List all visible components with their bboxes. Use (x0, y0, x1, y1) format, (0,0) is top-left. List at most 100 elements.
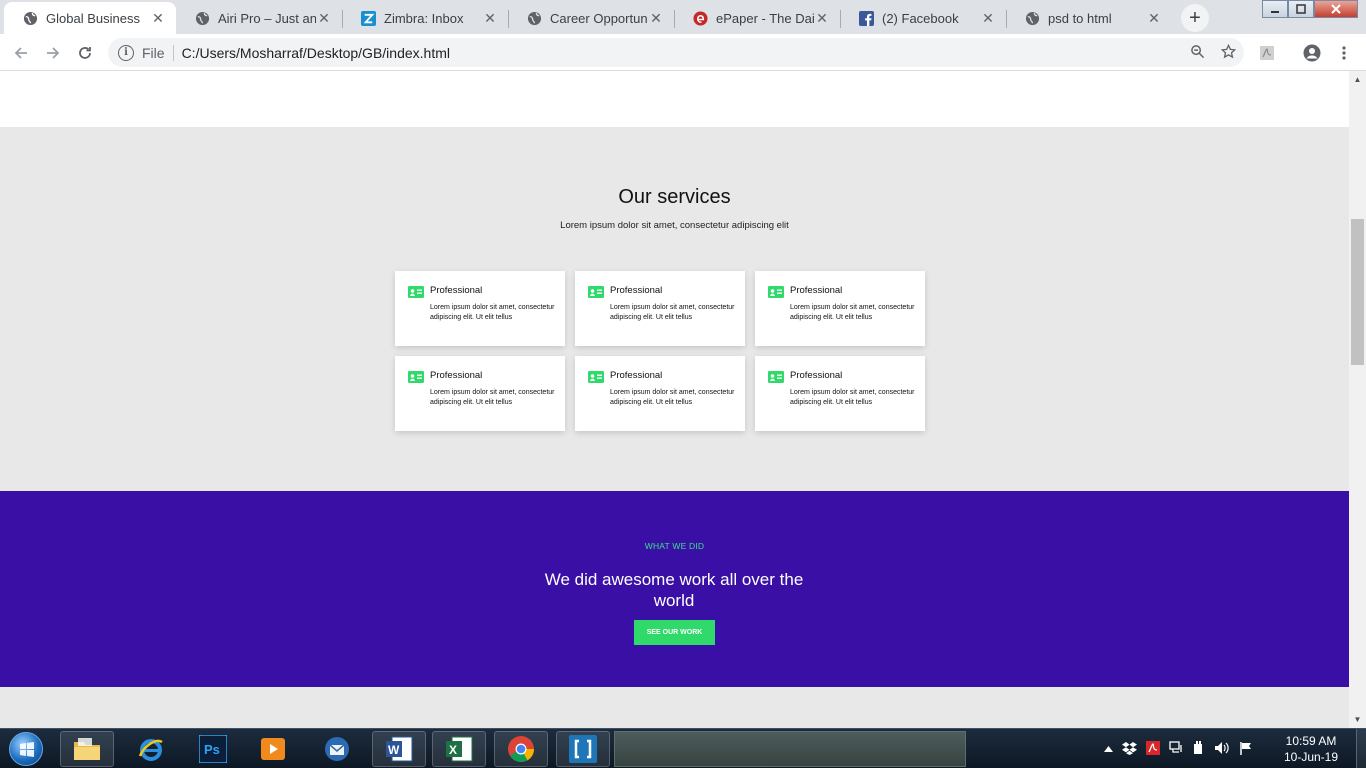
taskbar-window-preview[interactable] (614, 731, 966, 767)
service-card: Professional Lorem ipsum dolor sit amet,… (575, 271, 745, 346)
tab-title: Career Opportunity (550, 10, 648, 26)
windows-taskbar: Ps W X 10:59 AM 10-Jun-19 (0, 728, 1366, 768)
scroll-thumb[interactable] (1351, 219, 1364, 365)
adobe-tray-icon[interactable] (1146, 740, 1160, 758)
id-card-icon (408, 285, 424, 303)
windows-logo-icon (9, 732, 43, 766)
scroll-up-arrow-icon[interactable]: ▲ (1349, 71, 1366, 88)
photoshop-label: Ps (204, 742, 220, 757)
card-title: Professional (610, 370, 663, 381)
card-title: Professional (790, 370, 843, 381)
facebook-icon (858, 10, 874, 26)
tray-expand-icon[interactable] (1104, 743, 1113, 755)
profile-avatar-icon[interactable] (1299, 40, 1325, 66)
tab-close-icon[interactable]: ✕ (482, 10, 498, 26)
info-icon[interactable]: i (118, 44, 134, 61)
tab-close-icon[interactable]: ✕ (980, 10, 996, 26)
window-close-icon[interactable] (1314, 0, 1358, 18)
see-our-work-button[interactable]: SEE OUR WORK (634, 620, 715, 645)
tab-close-icon[interactable]: ✕ (1146, 10, 1162, 26)
tab-psd-to-html[interactable]: psd to html ✕ (1006, 2, 1172, 34)
page-viewport: Our services Lorem ipsum dolor sit amet,… (0, 71, 1349, 728)
browser-toolbar: i File C:/Users/Mosharraf/Desktop/GB/ind… (0, 34, 1366, 71)
dropbox-icon[interactable] (1122, 741, 1137, 758)
chrome-icon[interactable] (494, 731, 548, 767)
zoom-icon[interactable] (1190, 44, 1205, 63)
device-icon[interactable] (1193, 740, 1205, 758)
thunderbird-icon[interactable] (310, 731, 364, 767)
scroll-down-arrow-icon[interactable]: ▼ (1349, 711, 1366, 728)
card-text: Lorem ipsum dolor sit amet, consectetur … (790, 389, 915, 406)
new-tab-button[interactable]: + (1181, 4, 1209, 32)
card-title: Professional (790, 285, 843, 296)
tab-epaper[interactable]: ePaper - The Daily ✕ (674, 2, 840, 34)
tab-close-icon[interactable]: ✕ (814, 10, 830, 26)
url-text[interactable]: C:/Users/Mosharraf/Desktop/GB/index.html (182, 45, 450, 61)
card-text: Lorem ipsum dolor sit amet, consectetur … (610, 304, 735, 321)
tab-title: Airi Pro – Just anoth (218, 10, 316, 26)
clock-date: 10-Jun-19 (1283, 750, 1339, 764)
system-tray (1104, 729, 1253, 768)
service-card: Professional Lorem ipsum dolor sit amet,… (755, 271, 925, 346)
section-heading: We did awesome work all over the world (544, 570, 804, 610)
card-title: Professional (610, 285, 663, 296)
action-center-flag-icon[interactable] (1239, 741, 1253, 758)
id-card-icon (588, 370, 604, 388)
tab-title: (2) Facebook (882, 10, 959, 26)
omnibox-divider (172, 44, 174, 61)
card-text: Lorem ipsum dolor sit amet, consectetur … (430, 304, 555, 321)
tab-facebook[interactable]: (2) Facebook ✕ (840, 2, 1006, 34)
tab-title: psd to html (1048, 10, 1112, 26)
tab-close-icon[interactable]: ✕ (648, 10, 664, 26)
brackets-icon[interactable] (556, 731, 610, 767)
id-card-icon (768, 370, 784, 388)
globe-icon (1024, 10, 1040, 26)
globe-icon (22, 10, 38, 26)
zimbra-icon (360, 10, 376, 26)
service-card: Professional Lorem ipsum dolor sit amet,… (755, 356, 925, 431)
internet-explorer-icon[interactable] (124, 731, 178, 767)
omnibox-actions (1190, 43, 1237, 63)
page-scrollbar[interactable]: ▲ ▼ (1349, 71, 1366, 728)
tab-zimbra[interactable]: Zimbra: Inbox ✕ (342, 2, 508, 34)
bookmark-star-icon[interactable] (1220, 43, 1237, 63)
card-title: Professional (430, 285, 483, 296)
header-section-bottom (0, 71, 1349, 127)
start-button[interactable] (4, 730, 48, 768)
section-eyebrow-label: WHAT WE DID (644, 541, 705, 551)
card-title: Professional (430, 370, 483, 381)
address-bar[interactable]: i File C:/Users/Mosharraf/Desktop/GB/ind… (108, 38, 1244, 67)
excel-icon[interactable]: X (432, 731, 486, 767)
back-arrow-icon[interactable] (8, 40, 34, 66)
tab-global-business[interactable]: Global Business ✕ (4, 2, 176, 34)
maximize-icon[interactable] (1288, 0, 1314, 18)
scheme-label: File (142, 44, 165, 61)
tab-career-opportunity[interactable]: Career Opportunity ✕ (508, 2, 674, 34)
id-card-icon (768, 285, 784, 303)
pdf-extension-icon[interactable] (1254, 40, 1280, 66)
tab-airi-pro[interactable]: Airi Pro – Just anoth ✕ (176, 2, 342, 34)
tab-close-icon[interactable]: ✕ (316, 10, 332, 26)
clock-time: 10:59 AM (1285, 734, 1337, 748)
minimize-icon[interactable] (1262, 0, 1288, 18)
services-title: Our services (618, 186, 731, 208)
what-we-did-section: WHAT WE DID We did awesome work all over… (0, 491, 1349, 687)
tab-title: ePaper - The Daily (716, 10, 814, 26)
media-player-icon[interactable] (246, 731, 300, 767)
word-icon[interactable]: W (372, 731, 426, 767)
photoshop-icon[interactable]: Ps (186, 731, 240, 767)
volume-icon[interactable] (1214, 741, 1230, 758)
window-controls (1262, 0, 1358, 18)
forward-arrow-icon[interactable] (40, 40, 66, 66)
services-subtitle: Lorem ipsum dolor sit amet, consectetur … (560, 220, 789, 231)
tab-title: Global Business (46, 10, 140, 26)
show-desktop-button[interactable] (1356, 729, 1366, 768)
taskbar-clock[interactable]: 10:59 AM 10-Jun-19 (1276, 733, 1346, 765)
menu-kebab-icon[interactable] (1331, 40, 1357, 66)
network-icon[interactable] (1169, 740, 1184, 758)
reload-icon[interactable] (72, 40, 98, 66)
service-card: Professional Lorem ipsum dolor sit amet,… (395, 356, 565, 431)
explorer-icon[interactable] (60, 731, 114, 767)
globe-icon (194, 10, 210, 26)
tab-close-icon[interactable]: ✕ (150, 10, 166, 26)
